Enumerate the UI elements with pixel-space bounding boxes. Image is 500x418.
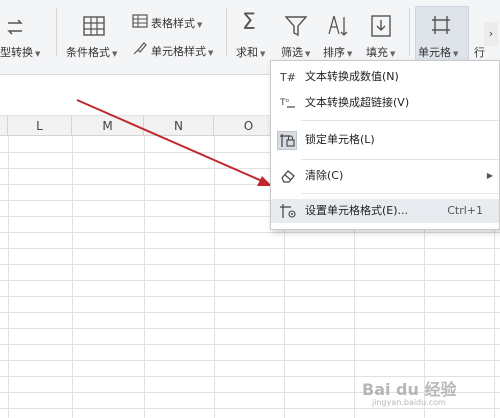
cell-context-menu: T# 文本转换成数值(N) Tᵒ 文本转换成超链接(V) 锁定单元格(L) 清除… <box>270 60 500 230</box>
menu-item-clear[interactable]: 清除(C) ▶ <box>271 164 499 188</box>
watermark-text: Bai du 经验 <box>362 380 457 399</box>
baidu-watermark: Bai du 经验 jingyan.baidu.com <box>362 372 492 412</box>
menu-item-label: 锁定单元格(L) <box>305 133 375 146</box>
menu-divider <box>301 120 499 121</box>
lock-cell-icon <box>277 131 297 150</box>
submenu-arrow-icon: ▶ <box>486 171 493 180</box>
eraser-icon <box>281 170 295 183</box>
menu-item-shortcut: Ctrl+1 <box>447 204 483 217</box>
svg-text:T#: T# <box>279 71 296 84</box>
text-to-number-icon: T# <box>279 71 296 84</box>
menu-divider <box>301 159 499 160</box>
menu-item-label: 设置单元格格式(E)... <box>305 204 409 217</box>
text-to-link-icon: Tᵒ <box>279 98 295 108</box>
watermark-subtext: jingyan.baidu.com <box>372 398 446 407</box>
menu-item-label: 文本转换成数值(N) <box>305 70 399 83</box>
menu-divider <box>301 193 499 194</box>
menu-item-format-cells[interactable]: 设置单元格格式(E)... Ctrl+1 <box>271 199 499 223</box>
menu-item-label: 文本转换成超链接(V) <box>305 96 410 109</box>
menu-item-text-to-number[interactable]: T# 文本转换成数值(N) <box>271 65 499 89</box>
format-cells-icon <box>280 204 296 218</box>
menu-item-lock-cell[interactable]: 锁定单元格(L) <box>271 128 499 152</box>
menu-item-text-to-hyperlink[interactable]: Tᵒ 文本转换成超链接(V) <box>271 91 499 115</box>
menu-item-label: 清除(C) <box>305 169 344 182</box>
